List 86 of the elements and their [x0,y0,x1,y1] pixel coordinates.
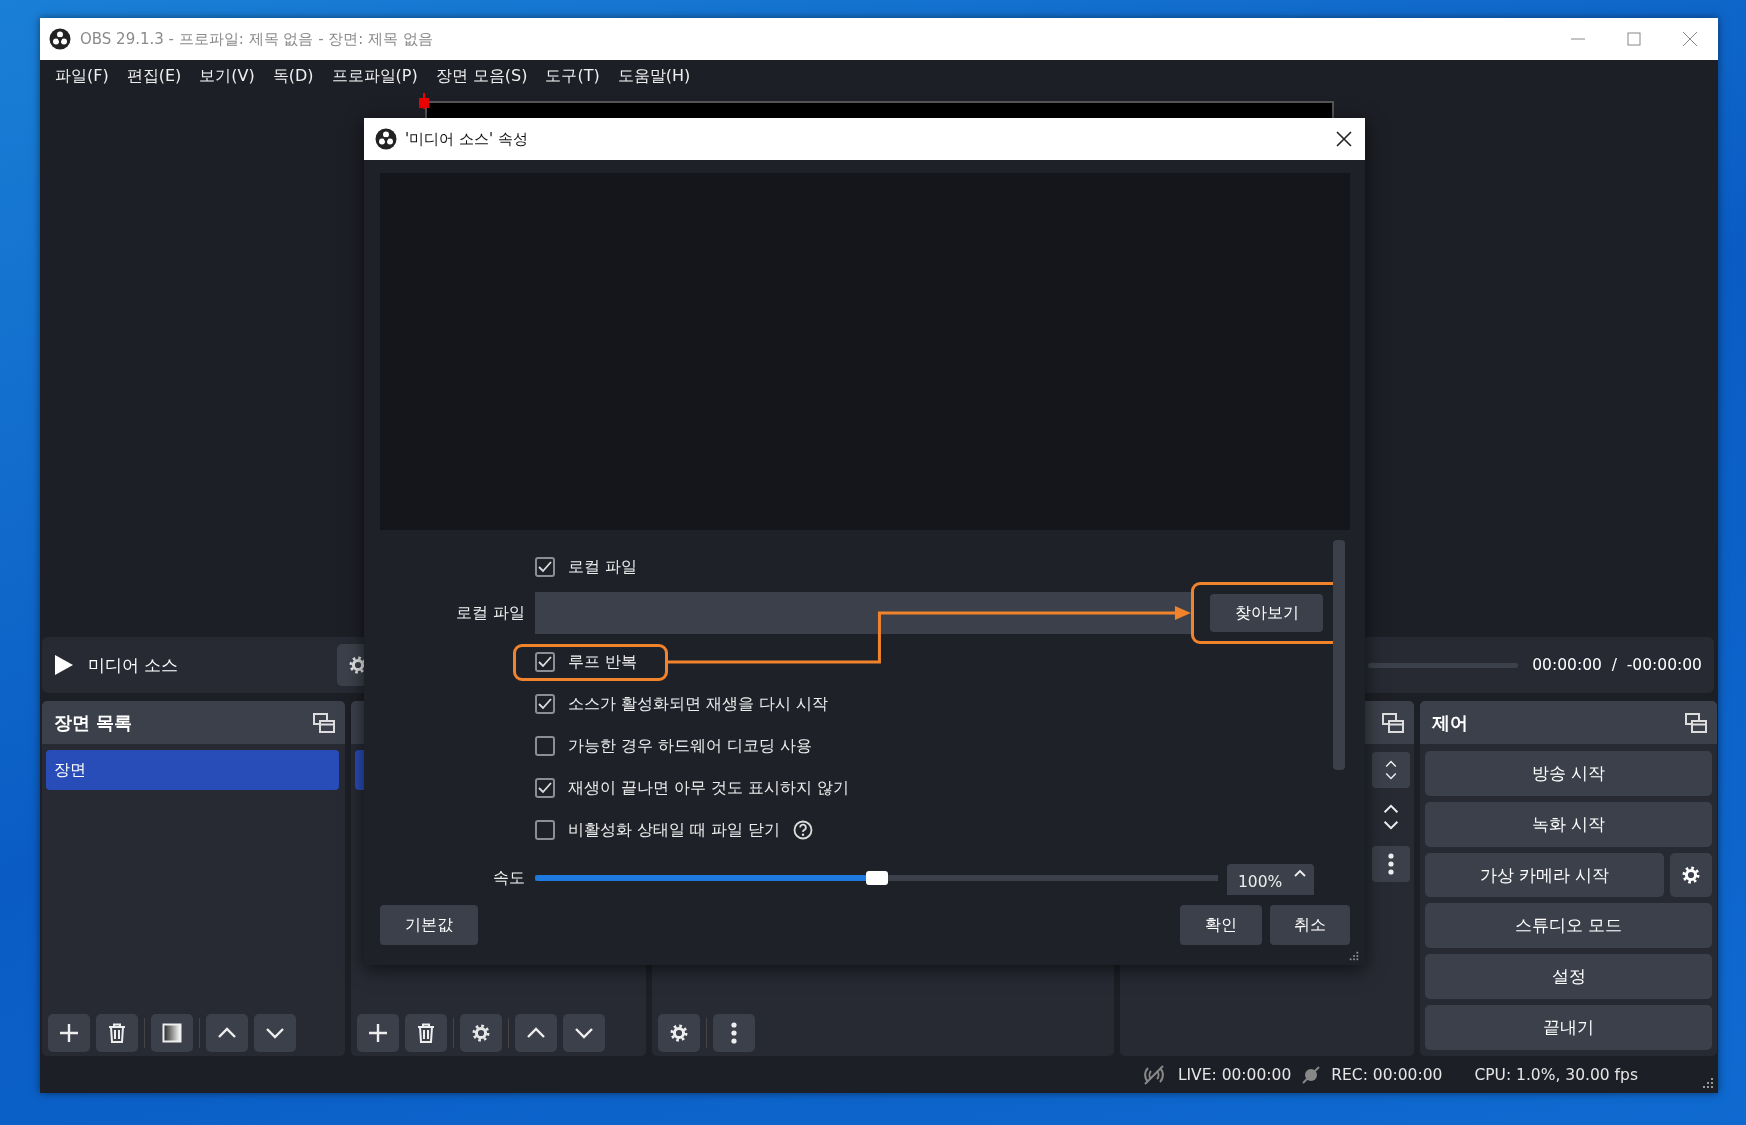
checkbox[interactable] [535,736,555,756]
checkbox-label: 로컬 파일 [568,556,638,578]
media-source-name: 미디어 소스 [88,653,179,677]
filters-button[interactable] [151,1014,193,1052]
logo-icon [375,128,397,150]
filter-icon [162,1023,182,1043]
chevron-up-icon [1385,758,1397,770]
selection-handle[interactable] [419,93,429,109]
checkbox[interactable] [535,694,555,714]
speed-spinbox[interactable]: 100% [1227,864,1314,895]
rec-status: REC: 00:00:00 [1331,1065,1443,1084]
chevron-down-icon [1385,770,1397,782]
checkbox-label: 재생이 끝나면 아무 것도 표시하지 않기 [568,777,850,799]
advanced-audio-button[interactable] [658,1014,700,1052]
field-label: 로컬 파일 [454,602,525,624]
checkbox-label: 소스가 활성화되면 재생을 다시 시작 [568,693,829,715]
logo-icon [49,28,71,50]
defaults-button[interactable]: 기본값 [380,905,478,945]
settings-icon [1681,865,1701,886]
cpu-status: CPU: 1.0%, 30.00 fps [1474,1065,1638,1084]
slider-thumb[interactable] [865,871,888,885]
menu-item[interactable]: 편집(E) [117,65,191,87]
browse-button[interactable]: 찾아보기 [1210,594,1323,632]
trash-icon [108,1023,126,1043]
menu-item[interactable]: 도구(T) [536,65,609,87]
menu-item[interactable]: 프로파일(P) [322,65,427,87]
properties-button[interactable] [460,1014,502,1052]
more-icon [731,1022,737,1044]
window-title: OBS 29.1.3 - 프로파일: 제목 없음 - 장면: 제목 없음 [80,29,434,49]
gear-icon [471,1023,491,1043]
checkbox-label: 비활성화 상태일 때 파일 닫기 [568,819,781,841]
remove-button[interactable] [96,1014,138,1052]
resize-grip-icon[interactable] [1349,951,1359,961]
menu-item[interactable]: 장면 모음(S) [426,65,537,87]
remove-button[interactable] [405,1014,447,1052]
dock-title: 장면 목록 [54,710,134,735]
control-button[interactable]: 가상 카메라 시작 [1425,852,1664,898]
trash-icon [417,1023,435,1043]
checkbox[interactable] [535,652,555,672]
gears-icon [669,1023,689,1043]
undock-icon[interactable] [313,712,335,733]
help-icon[interactable] [793,820,814,840]
menu-item[interactable]: 파일(F) [46,65,118,87]
scene-item[interactable]: 장면 [46,750,339,790]
settings-button[interactable] [1670,852,1712,898]
dock-title: 제어 [1432,710,1469,735]
control-button[interactable]: 스튜디오 모드 [1425,903,1712,949]
undock-icon[interactable] [1382,712,1404,733]
record-off-icon [1301,1064,1322,1085]
add-button[interactable] [48,1014,90,1052]
menu-item[interactable]: 도움말(H) [608,65,700,87]
close-icon[interactable] [1336,131,1352,147]
move-up-button[interactable] [515,1014,557,1052]
spin-arrows[interactable] [1372,752,1410,788]
move-down-button[interactable] [254,1014,296,1052]
menu-item[interactable]: 보기(V) [190,65,264,87]
move-down-button[interactable] [563,1014,605,1052]
slider-label: 속도 [492,867,525,889]
checkbox[interactable] [535,778,555,798]
live-status: LIVE: 00:00:00 [1177,1065,1292,1084]
checkbox-label: 가능한 경우 하드웨어 디코딩 사용 [568,735,813,757]
control-button[interactable]: 끝내기 [1425,1005,1712,1050]
control-button[interactable]: 방송 시작 [1425,751,1712,796]
scrollbar-thumb[interactable] [1333,540,1345,770]
spin-up-icon[interactable] [1294,868,1306,878]
move-up-button[interactable] [206,1014,248,1052]
checkbox-label: 루프 반복 [568,651,638,673]
media-time: 00:00:00 / -00:00:00 [1532,656,1702,674]
more-button[interactable] [713,1014,755,1052]
control-button[interactable]: 녹화 시작 [1425,801,1712,847]
play-icon[interactable] [54,654,74,676]
resize-grip-icon[interactable] [1702,1077,1714,1089]
file-path-field[interactable] [535,592,1194,634]
more-icon [1388,853,1394,875]
plus-icon [59,1023,79,1043]
plus-icon [368,1023,388,1043]
more-button[interactable] [1372,846,1410,882]
add-button[interactable] [357,1014,399,1052]
control-button[interactable]: 설정 [1425,954,1712,1000]
menu-item[interactable]: 독(D) [263,65,323,87]
undock-icon[interactable] [1685,712,1707,733]
dialog-title: '미디어 소스' 속성 [405,129,529,149]
checkbox[interactable] [535,557,555,577]
cancel-button[interactable]: 취소 [1270,905,1350,945]
checkbox[interactable] [535,820,555,840]
ok-button[interactable]: 확인 [1180,905,1262,945]
